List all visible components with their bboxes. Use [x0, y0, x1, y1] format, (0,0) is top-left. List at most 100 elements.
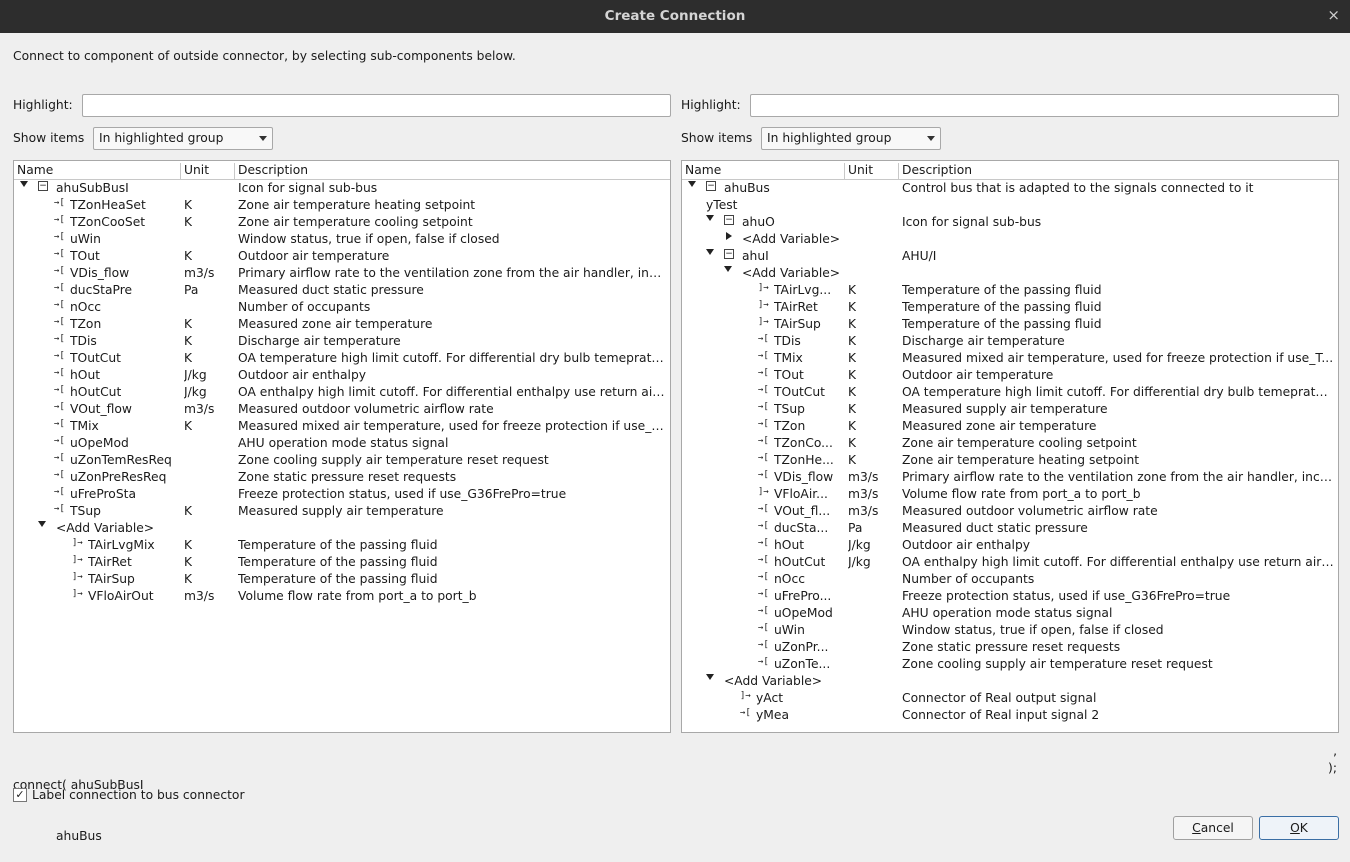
left-tree-row[interactable]: →[uOpeMod AHU operation mode status signa…: [14, 436, 670, 453]
right-tree-row[interactable]: →[TZon K Measured zone air temperature: [682, 419, 1338, 436]
left-tree-row[interactable]: →[TSup K Measured supply air temperature: [14, 504, 670, 521]
left-tree-row[interactable]: ]→ TAirRet K Temperature of the passing flu…: [14, 555, 670, 572]
left-tree-row[interactable]: →[VOut_flow m3/s Measured outdoor volumetr…: [14, 402, 670, 419]
variable-description: OA enthalpy high limit cutoff. For diffe…: [902, 555, 1334, 569]
right-tree-row[interactable]: →[uFrePro... Freeze protection status, us…: [682, 589, 1338, 606]
right-tree-row[interactable]: <Add Variable>: [682, 674, 1338, 691]
right-tree-row[interactable]: →[uZonTe... Zone cooling supply air tempe…: [682, 657, 1338, 674]
right-tree-row[interactable]: →[TOutCut K OA temperature high limit cuto…: [682, 385, 1338, 402]
chevron-down-icon[interactable]: [724, 266, 732, 272]
column-header-description[interactable]: Description: [898, 163, 1338, 180]
variable-name: hOut: [774, 538, 805, 552]
cancel-button-label: Cancel: [1192, 821, 1234, 835]
left-tree-row[interactable]: →[TZon K Measured zone air temperature: [14, 317, 670, 334]
left-tree-row[interactable]: →[uZonPreResReq Zone static pressure rese…: [14, 470, 670, 487]
column-header-unit[interactable]: Unit: [180, 163, 234, 180]
right-tree-row[interactable]: <Add Variable>: [682, 266, 1338, 283]
variable-unit: m3/s: [184, 402, 215, 416]
right-tree-row[interactable]: →[nOcc Number of occupants: [682, 572, 1338, 589]
left-tree-row[interactable]: →[TZonHeaSet K Zone air temperature heatin…: [14, 198, 670, 215]
right-tree-row[interactable]: ]→ VFloAir... m3/s Volume flow rate from po…: [682, 487, 1338, 504]
left-show-items-select[interactable]: In highlighted group: [93, 127, 273, 150]
right-tree-row[interactable]: →[yMea Connector of Real input signal 2: [682, 708, 1338, 725]
left-tree-row[interactable]: →[uWin Window status, true if open, false…: [14, 232, 670, 249]
right-tree-row[interactable]: ]→ TAirLvg... K Temperature of the passing …: [682, 283, 1338, 300]
right-tree-row[interactable]: →[TDis K Discharge air temperature: [682, 334, 1338, 351]
right-show-items-select[interactable]: In highlighted group: [761, 127, 941, 150]
left-tree-row[interactable]: →[nOcc Number of occupants: [14, 300, 670, 317]
right-tree-row[interactable]: →[uZonPr... Zone static pressure reset re…: [682, 640, 1338, 657]
right-tree-row[interactable]: →[hOut J/kg Outdoor air enthalpy: [682, 538, 1338, 555]
chevron-down-icon[interactable]: [20, 181, 28, 187]
right-tree-row[interactable]: →[TZonCo... K Zone air temperature cooling…: [682, 436, 1338, 453]
left-highlight-input[interactable]: [82, 94, 671, 117]
variable-description: Measured zone air temperature: [902, 419, 1097, 433]
left-component-tree[interactable]: Name Unit Description − ahuSubBusI Icon fo…: [13, 160, 671, 733]
variable-name: TAirSup: [774, 317, 821, 331]
left-tree-row[interactable]: →[TOutCut K OA temperature high limit cuto…: [14, 351, 670, 368]
left-tree-row[interactable]: →[hOutCut J/kg OA enthalpy high limit cuto…: [14, 385, 670, 402]
left-tree-row[interactable]: →[TMix K Measured mixed air temperature, u…: [14, 419, 670, 436]
right-tree-row[interactable]: →[TMix K Measured mixed air temperature, u…: [682, 351, 1338, 368]
right-tree-row[interactable]: →[hOutCut J/kg OA enthalpy high limit cuto…: [682, 555, 1338, 572]
right-tree-row[interactable]: <Add Variable>: [682, 232, 1338, 249]
left-tree-row[interactable]: − ahuSubBusI Icon for signal sub-bus: [14, 181, 670, 198]
right-tree-row[interactable]: →[ducSta... Pa Measured duct static pressu…: [682, 521, 1338, 538]
right-tree-row[interactable]: →[uWin Window status, true if open, false…: [682, 623, 1338, 640]
column-header-name[interactable]: Name: [14, 163, 180, 180]
label-connection-checkbox[interactable]: ✓: [13, 788, 27, 802]
right-tree-row[interactable]: →[TOut K Outdoor air temperature: [682, 368, 1338, 385]
right-highlight-input[interactable]: [750, 94, 1339, 117]
right-tree-row[interactable]: ]→ TAirSup K Temperature of the passing flu…: [682, 317, 1338, 334]
right-tree-row[interactable]: →[uOpeMod AHU operation mode status signa…: [682, 606, 1338, 623]
variable-name: ahuI: [742, 249, 769, 263]
right-tree-row[interactable]: yTest: [682, 198, 1338, 215]
chevron-down-icon[interactable]: [706, 674, 714, 680]
right-tree-row[interactable]: →[TZonHe... K Zone air temperature heating…: [682, 453, 1338, 470]
input-connector-icon: →[: [54, 317, 65, 327]
chevron-down-icon[interactable]: [706, 215, 714, 221]
variable-description: Zone air temperature cooling setpoint: [902, 436, 1137, 450]
left-tree-row[interactable]: →[hOut J/kg Outdoor air enthalpy: [14, 368, 670, 385]
variable-unit: m3/s: [848, 487, 879, 501]
output-connector-icon: ]→: [758, 300, 769, 310]
intro-text: Connect to component of outside connecto…: [13, 49, 516, 63]
cancel-button[interactable]: Cancel: [1173, 816, 1253, 840]
right-tree-row[interactable]: − ahuI AHU/I: [682, 249, 1338, 266]
left-tree-row[interactable]: →[uZonTemResReq Zone cooling supply air t…: [14, 453, 670, 470]
left-tree-row[interactable]: →[TZonCooSet K Zone air temperature coolin…: [14, 215, 670, 232]
right-tree-row[interactable]: − ahuO Icon for signal sub-bus: [682, 215, 1338, 232]
chevron-right-icon[interactable]: [726, 232, 732, 240]
left-tree-row[interactable]: ]→ TAirSup K Temperature of the passing flu…: [14, 572, 670, 589]
connect-statement: connect( ahuSubBusI ahuBus: [13, 743, 144, 862]
chevron-down-icon[interactable]: [688, 181, 696, 187]
left-tree-row[interactable]: →[uFreProSta Freeze protection status, us…: [14, 487, 670, 504]
left-tree-row[interactable]: →[TDis K Discharge air temperature: [14, 334, 670, 351]
variable-description: Zone air temperature heating setpoint: [238, 198, 476, 212]
column-header-unit[interactable]: Unit: [844, 163, 898, 180]
right-tree-row[interactable]: ]→ yAct Connector of Real output signal: [682, 691, 1338, 708]
left-tree-row[interactable]: →[ducStaPre Pa Measured duct static pressu…: [14, 283, 670, 300]
column-header-name[interactable]: Name: [682, 163, 844, 180]
right-tree-row[interactable]: →[VDis_flow m3/s Primary airflow rate to t…: [682, 470, 1338, 487]
left-tree-row[interactable]: →[TOut K Outdoor air temperature: [14, 249, 670, 266]
chevron-down-icon[interactable]: [706, 249, 714, 255]
right-tree-row[interactable]: − ahuBus Control bus that is adapted to th…: [682, 181, 1338, 198]
close-icon[interactable]: ×: [1327, 6, 1340, 24]
left-tree-row[interactable]: ]→ VFloAirOut m3/s Volume flow rate from po…: [14, 589, 670, 606]
variable-description: Control bus that is adapted to the signa…: [902, 181, 1254, 195]
right-tree-row[interactable]: ]→ TAirRet K Temperature of the passing flu…: [682, 300, 1338, 317]
right-tree-row[interactable]: →[VOut_fl... m3/s Measured outdoor volumet…: [682, 504, 1338, 521]
ok-button[interactable]: OK: [1259, 816, 1339, 840]
left-tree-row[interactable]: ]→ TAirLvgMix K Temperature of the passing …: [14, 538, 670, 555]
connect-line-2: ahuBus: [13, 829, 102, 843]
right-component-tree[interactable]: Name Unit Description − ahuBus Control bus…: [681, 160, 1339, 733]
left-tree-row[interactable]: <Add Variable>: [14, 521, 670, 538]
chevron-down-icon[interactable]: [38, 521, 46, 527]
variable-description: Outdoor air temperature: [238, 249, 390, 263]
label-connection-label[interactable]: Label connection to bus connector: [32, 788, 245, 802]
right-tree-row[interactable]: →[TSup K Measured supply air temperature: [682, 402, 1338, 419]
variable-name: VDis_flow: [774, 470, 834, 484]
column-header-description[interactable]: Description: [234, 163, 670, 180]
left-tree-row[interactable]: →[VDis_flow m3/s Primary airflow rate to t…: [14, 266, 670, 283]
